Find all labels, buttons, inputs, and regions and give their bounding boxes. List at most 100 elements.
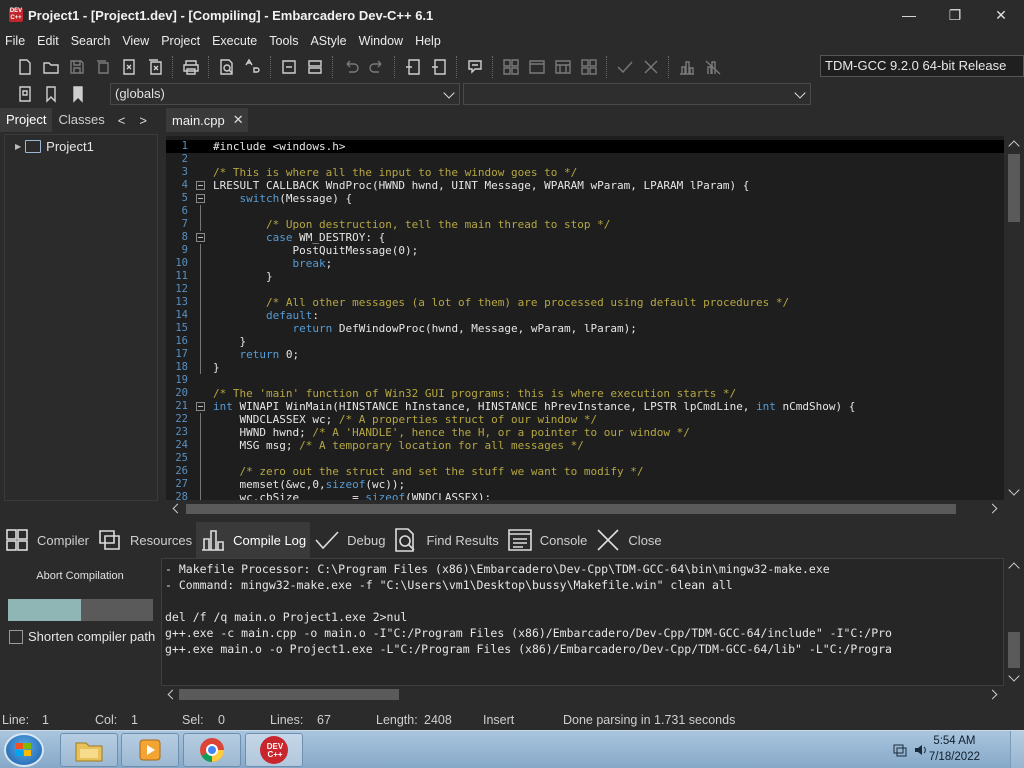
menu-window[interactable]: Window [353,30,409,52]
code-line[interactable]: 7 /* Upon destruction, tell the main thr… [166,218,1004,231]
new-project-icon[interactable] [400,55,426,79]
menu-view[interactable]: View [116,30,155,52]
scroll-right-icon[interactable] [987,503,998,514]
code-line[interactable]: 21 int WINAPI WinMain(HINSTANCE hInstance… [166,400,1004,413]
code-line[interactable]: 23 HWND hwnd; /* A 'HANDLE', hence the H… [166,426,1004,439]
save-all-icon[interactable] [90,55,116,79]
tab-find-results[interactable]: Find Results [389,522,502,558]
code-line[interactable]: 20 /* The 'main' function of Win32 GUI pr… [166,387,1004,400]
scrollbar-thumb[interactable] [1008,632,1020,668]
code-line[interactable]: 22 WNDCLASSEX wc; /* A properties struct… [166,413,1004,426]
fold-toggle-icon[interactable] [196,194,205,203]
code-line[interactable]: 12 [166,283,1004,296]
close-tab-icon[interactable]: ✕ [233,112,244,128]
tab-compiler[interactable]: Compiler [0,522,93,558]
scroll-down-icon[interactable] [1008,670,1020,682]
menu-astyle[interactable]: AStyle [304,30,352,52]
tree-item-project1[interactable]: ▶ Project1 [15,139,94,154]
profile-icon[interactable] [674,55,700,79]
find-icon[interactable] [214,55,240,79]
code-line[interactable]: 27 memset(&wc,0,sizeof(wc)); [166,478,1004,491]
tab-console[interactable]: Console [503,522,592,558]
code-line[interactable]: 16 } [166,335,1004,348]
close-file-icon[interactable] [116,55,142,79]
code-line[interactable]: 19 [166,374,1004,387]
abort-compilation-button[interactable]: Abort Compilation [8,570,152,582]
close-all-icon[interactable] [142,55,168,79]
run-icon[interactable] [524,55,550,79]
tab-classes[interactable]: Classes [52,108,110,132]
delete-profile-icon[interactable] [700,55,726,79]
compiler-set-select[interactable]: TDM-GCC 9.2.0 64-bit Release [820,55,1024,77]
tab-debug[interactable]: Debug [310,522,389,558]
close-window-button[interactable]: ✕ [978,0,1024,30]
code-line[interactable]: 9 PostQuitMessage(0); [166,244,1004,257]
code-line[interactable]: 17 return 0; [166,348,1004,361]
code-line[interactable]: 1 #include <windows.h> [166,140,1004,153]
code-line[interactable]: 10 break; [166,257,1004,270]
taskbar-file-explorer[interactable] [60,733,118,767]
log-vertical-scrollbar[interactable] [1004,558,1024,686]
code-line[interactable]: 11 } [166,270,1004,283]
tray-network-volume-icons[interactable] [893,742,929,758]
scroll-right-icon[interactable] [987,689,998,700]
scrollbar-thumb[interactable] [186,504,956,514]
taskbar-media-player[interactable] [121,733,179,767]
menu-edit[interactable]: Edit [31,30,65,52]
chevron-right-icon[interactable]: > [132,113,154,128]
code-line[interactable]: 28 wc.cbSize = sizeof(WNDCLASSEX); [166,491,1004,500]
chevron-left-icon[interactable]: < [111,113,133,128]
shorten-path-option[interactable]: Shorten compiler path [9,629,155,644]
scope-combo[interactable]: (globals) [110,83,460,105]
expand-arrow-icon[interactable]: ▶ [15,142,21,151]
bookmark-icon[interactable] [38,82,64,106]
save-icon[interactable] [64,55,90,79]
code-line[interactable]: 24 MSG msg; /* A temporary location for … [166,439,1004,452]
new-file-icon[interactable] [12,55,38,79]
menu-file[interactable]: File [0,30,31,52]
scroll-up-icon[interactable] [1008,140,1020,152]
code-line[interactable]: 5 switch(Message) { [166,192,1004,205]
stop-execution-icon[interactable] [638,55,664,79]
code-line[interactable]: 3 /* This is where all the input to the w… [166,166,1004,179]
project-options-icon[interactable] [462,55,488,79]
start-button[interactable] [4,733,44,767]
remove-project-icon[interactable] [426,55,452,79]
scroll-up-icon[interactable] [1008,562,1020,574]
tab-resources[interactable]: Resources [93,522,196,558]
goto-project-icon[interactable] [12,82,38,106]
menu-search[interactable]: Search [65,30,117,52]
tab-close[interactable]: Close [591,522,665,558]
scrollbar-thumb[interactable] [179,689,399,700]
show-desktop-button[interactable] [1010,731,1024,768]
code-line[interactable]: 2 [166,153,1004,166]
minimize-button[interactable]: — [886,0,932,30]
fold-toggle-icon[interactable] [196,233,205,242]
tab-compile-log[interactable]: Compile Log [196,522,311,558]
menu-execute[interactable]: Execute [206,30,263,52]
tab-project[interactable]: Project [0,108,53,132]
code-line[interactable]: 15 return DefWindowProc(hwnd, Message, w… [166,322,1004,335]
fold-toggle-icon[interactable] [196,402,205,411]
code-line[interactable]: 26 /* zero out the struct and set the st… [166,465,1004,478]
scroll-left-icon[interactable] [172,503,183,514]
comment-icon[interactable] [276,55,302,79]
system-clock[interactable]: 5:54 AM 7/18/2022 [929,733,980,765]
compile-log-output[interactable]: - Makefile Processor: C:\Program Files (… [161,558,1004,686]
editor-vertical-scrollbar[interactable] [1004,136,1024,500]
code-line[interactable]: 6 [166,205,1004,218]
maximize-button[interactable]: ❐ [932,0,978,30]
goto-bookmark-icon[interactable] [64,82,90,106]
undo-icon[interactable] [338,55,364,79]
toggle-icon[interactable] [302,55,328,79]
function-combo[interactable] [463,83,811,105]
menu-help[interactable]: Help [409,30,447,52]
redo-icon[interactable] [364,55,390,79]
scroll-down-icon[interactable] [1008,484,1020,496]
editor-tab-main-cpp[interactable]: main.cpp ✕ [166,108,248,132]
rebuild-icon[interactable] [576,55,602,79]
log-horizontal-scrollbar[interactable] [161,686,1004,704]
shorten-path-checkbox[interactable] [9,629,23,644]
scroll-left-icon[interactable] [167,689,178,700]
replace-icon[interactable] [240,55,266,79]
